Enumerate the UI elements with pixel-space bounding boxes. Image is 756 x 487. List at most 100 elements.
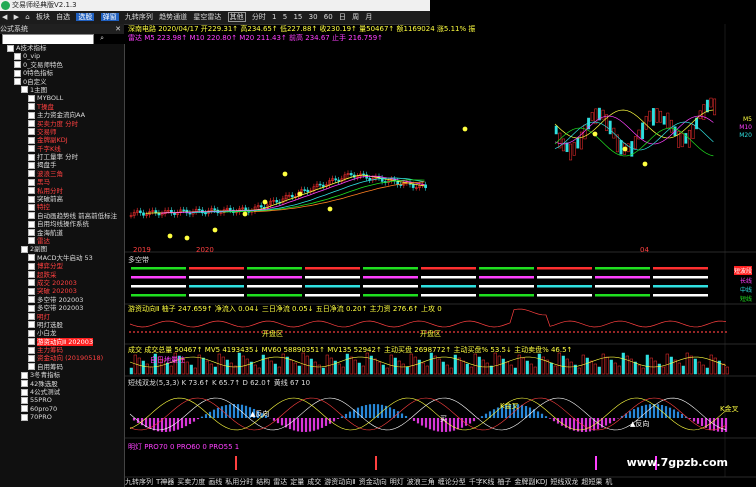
formula-tree-item[interactable]: 博弈分型	[0, 262, 124, 270]
bottom-tab[interactable]: 千字K线	[469, 478, 495, 486]
formula-tree-item[interactable]: 成交 202003	[0, 279, 124, 287]
formula-tree-item[interactable]: 特控	[0, 203, 124, 211]
bottom-tab[interactable]: T神器	[156, 478, 174, 486]
bottom-tab[interactable]: 缠论分型	[438, 478, 466, 486]
formula-tree-item[interactable]: 超跌采	[0, 271, 124, 279]
period-15[interactable]: 15	[293, 13, 302, 21]
toolbar-item-watchlist[interactable]: 自选	[56, 13, 70, 21]
formula-tree-item[interactable]: 自动画趋势线 前高前低标注	[0, 212, 124, 220]
formula-tree-item[interactable]: 金牌副KDJ	[0, 136, 124, 144]
bottom-tab[interactable]: 九转序列	[125, 478, 153, 486]
bottom-tab[interactable]: 金牌副KDJ	[514, 478, 547, 486]
formula-tree-item[interactable]: 主力资金流向AA	[0, 111, 124, 119]
toolbar-item-popup[interactable]: 弹窗	[100, 13, 119, 21]
formula-tree-item[interactable]: 明灯	[0, 313, 124, 321]
toolbar-item-trend-channel[interactable]: 趋势通道	[159, 13, 187, 21]
formula-tree-item[interactable]: 自用均线操作系统	[0, 220, 124, 228]
formula-tree-item[interactable]: 70PRO	[0, 413, 124, 421]
youzi-title: 游资动向Ⅱ 柚子 247.659↑ 净流入 0.04↓ 三日净流 0.05↓ 五…	[128, 305, 442, 313]
formula-tree-item[interactable]: 1主图	[0, 86, 124, 94]
formula-tree-item[interactable]: 主力筹码	[0, 346, 124, 354]
candle-body	[290, 194, 294, 198]
bottom-tab[interactable]: 结构	[256, 478, 270, 486]
youzi-dot	[333, 331, 335, 333]
formula-tree-item[interactable]: 突破前高	[0, 195, 124, 203]
volume-bar	[549, 362, 553, 375]
period-30[interactable]: 30	[309, 13, 318, 21]
volume-bar	[269, 360, 273, 375]
bottom-tab[interactable]: 画线	[208, 478, 222, 486]
formula-tree-item[interactable]: 4公式测试	[0, 388, 124, 396]
bottom-tab[interactable]: 明灯	[390, 478, 404, 486]
period-minute[interactable]: 分时	[252, 13, 266, 21]
bottom-tab[interactable]: 游资动向Ⅱ	[324, 478, 355, 486]
bottom-tab[interactable]: 超短果	[581, 478, 602, 486]
formula-tree-item[interactable]: 金海航道	[0, 229, 124, 237]
formula-tree-item[interactable]: MYBOLL	[0, 94, 124, 102]
formula-tree-item[interactable]: 0_交易师特色	[0, 61, 124, 69]
formula-tree-item[interactable]: 多空带 202003	[0, 304, 124, 312]
bottom-tab[interactable]: 柚子	[497, 478, 511, 486]
toolbar-item-nine-turn[interactable]: 九转序列	[125, 13, 153, 21]
volume-bar	[281, 353, 285, 375]
toolbar-item-star-radar[interactable]: 星空雷达	[193, 13, 221, 21]
duokong-band	[537, 294, 592, 297]
toolbar-item-stock-picker[interactable]: 选股	[76, 13, 95, 21]
formula-tree-item[interactable]: 雷达	[0, 237, 124, 245]
toolbar-other-select[interactable]: 其他	[227, 12, 246, 22]
formula-tree-item[interactable]: A技术指标	[0, 44, 124, 52]
formula-tree-item[interactable]: 小白龙	[0, 329, 124, 337]
volume-bar	[429, 352, 433, 375]
bottom-tab[interactable]: 私用分时	[225, 478, 253, 486]
youzi-dot	[613, 331, 615, 333]
forward-icon[interactable]: ▶	[14, 13, 19, 21]
bottom-tab[interactable]: 资金动向	[359, 478, 387, 486]
bottom-tab[interactable]: 雷达	[273, 478, 287, 486]
home-icon[interactable]: ⌂	[25, 13, 29, 21]
youzi-dot	[653, 331, 655, 333]
formula-tree-item[interactable]: 明灯选股	[0, 321, 124, 329]
period-month[interactable]: 月	[365, 13, 372, 21]
bottom-tab[interactable]: 定量	[290, 478, 304, 486]
formula-tree-item[interactable]: 游资动向Ⅱ 202003	[0, 337, 124, 346]
youzi-dot	[161, 331, 163, 333]
formula-tree-item[interactable]: 突破 202003	[0, 287, 124, 295]
period-5[interactable]: 5	[283, 13, 287, 21]
formula-tree-item[interactable]: 0_vip	[0, 52, 124, 60]
formula-tree-item[interactable]: T操盘	[0, 103, 124, 111]
bottom-tab[interactable]: 波浪三角	[407, 478, 435, 486]
period-1[interactable]: 1	[272, 13, 276, 21]
formula-tree-item[interactable]: 波浪三角	[0, 170, 124, 178]
close-icon[interactable]: ✕	[115, 24, 121, 34]
bottom-tab[interactable]: 机	[605, 478, 612, 486]
formula-tree-item[interactable]: 多空带 202003	[0, 296, 124, 304]
formula-tree-item[interactable]: 打工量率 分时	[0, 153, 124, 161]
bottom-tab[interactable]: 短线双龙	[550, 478, 578, 486]
formula-tree-item[interactable]: 揭盘手	[0, 161, 124, 169]
formula-tree-item[interactable]: 买卖力度 分时	[0, 120, 124, 128]
formula-tree-item[interactable]: 千字K线	[0, 145, 124, 153]
formula-tree-item[interactable]: 私用分时	[0, 187, 124, 195]
period-day[interactable]: 日	[339, 13, 346, 21]
formula-tree-item[interactable]: 60pro70	[0, 405, 124, 413]
formula-tree-item[interactable]: 自用筹码	[0, 363, 124, 371]
search-icon[interactable]: ⌕	[100, 34, 104, 43]
formula-tree-item[interactable]: MACD大牛启动 53	[0, 254, 124, 262]
formula-tree-item[interactable]: 42殊选股	[0, 380, 124, 388]
formula-tree-item[interactable]: 黑马	[0, 178, 124, 186]
youzi-dot	[461, 331, 463, 333]
formula-tree-item[interactable]: 资金动向 (20190518)	[0, 354, 124, 362]
youzi-dot	[633, 331, 635, 333]
toolbar-item-sector[interactable]: 板块	[36, 13, 50, 21]
back-icon[interactable]: ◀	[2, 13, 7, 21]
bottom-tab[interactable]: 买卖力度	[177, 478, 205, 486]
period-60[interactable]: 60	[324, 13, 333, 21]
formula-tree-item[interactable]: 0特色指标	[0, 69, 124, 77]
formula-tree-item[interactable]: 交易师	[0, 128, 124, 136]
bottom-tab[interactable]: 成交	[307, 478, 321, 486]
period-week[interactable]: 周	[352, 13, 359, 21]
formula-tree-item[interactable]: 3冬青指标	[0, 371, 124, 379]
formula-tree-item[interactable]: 0自定义	[0, 78, 124, 86]
formula-tree-item[interactable]: 55PRO	[0, 396, 124, 404]
formula-tree-item[interactable]: 2副图	[0, 245, 124, 253]
